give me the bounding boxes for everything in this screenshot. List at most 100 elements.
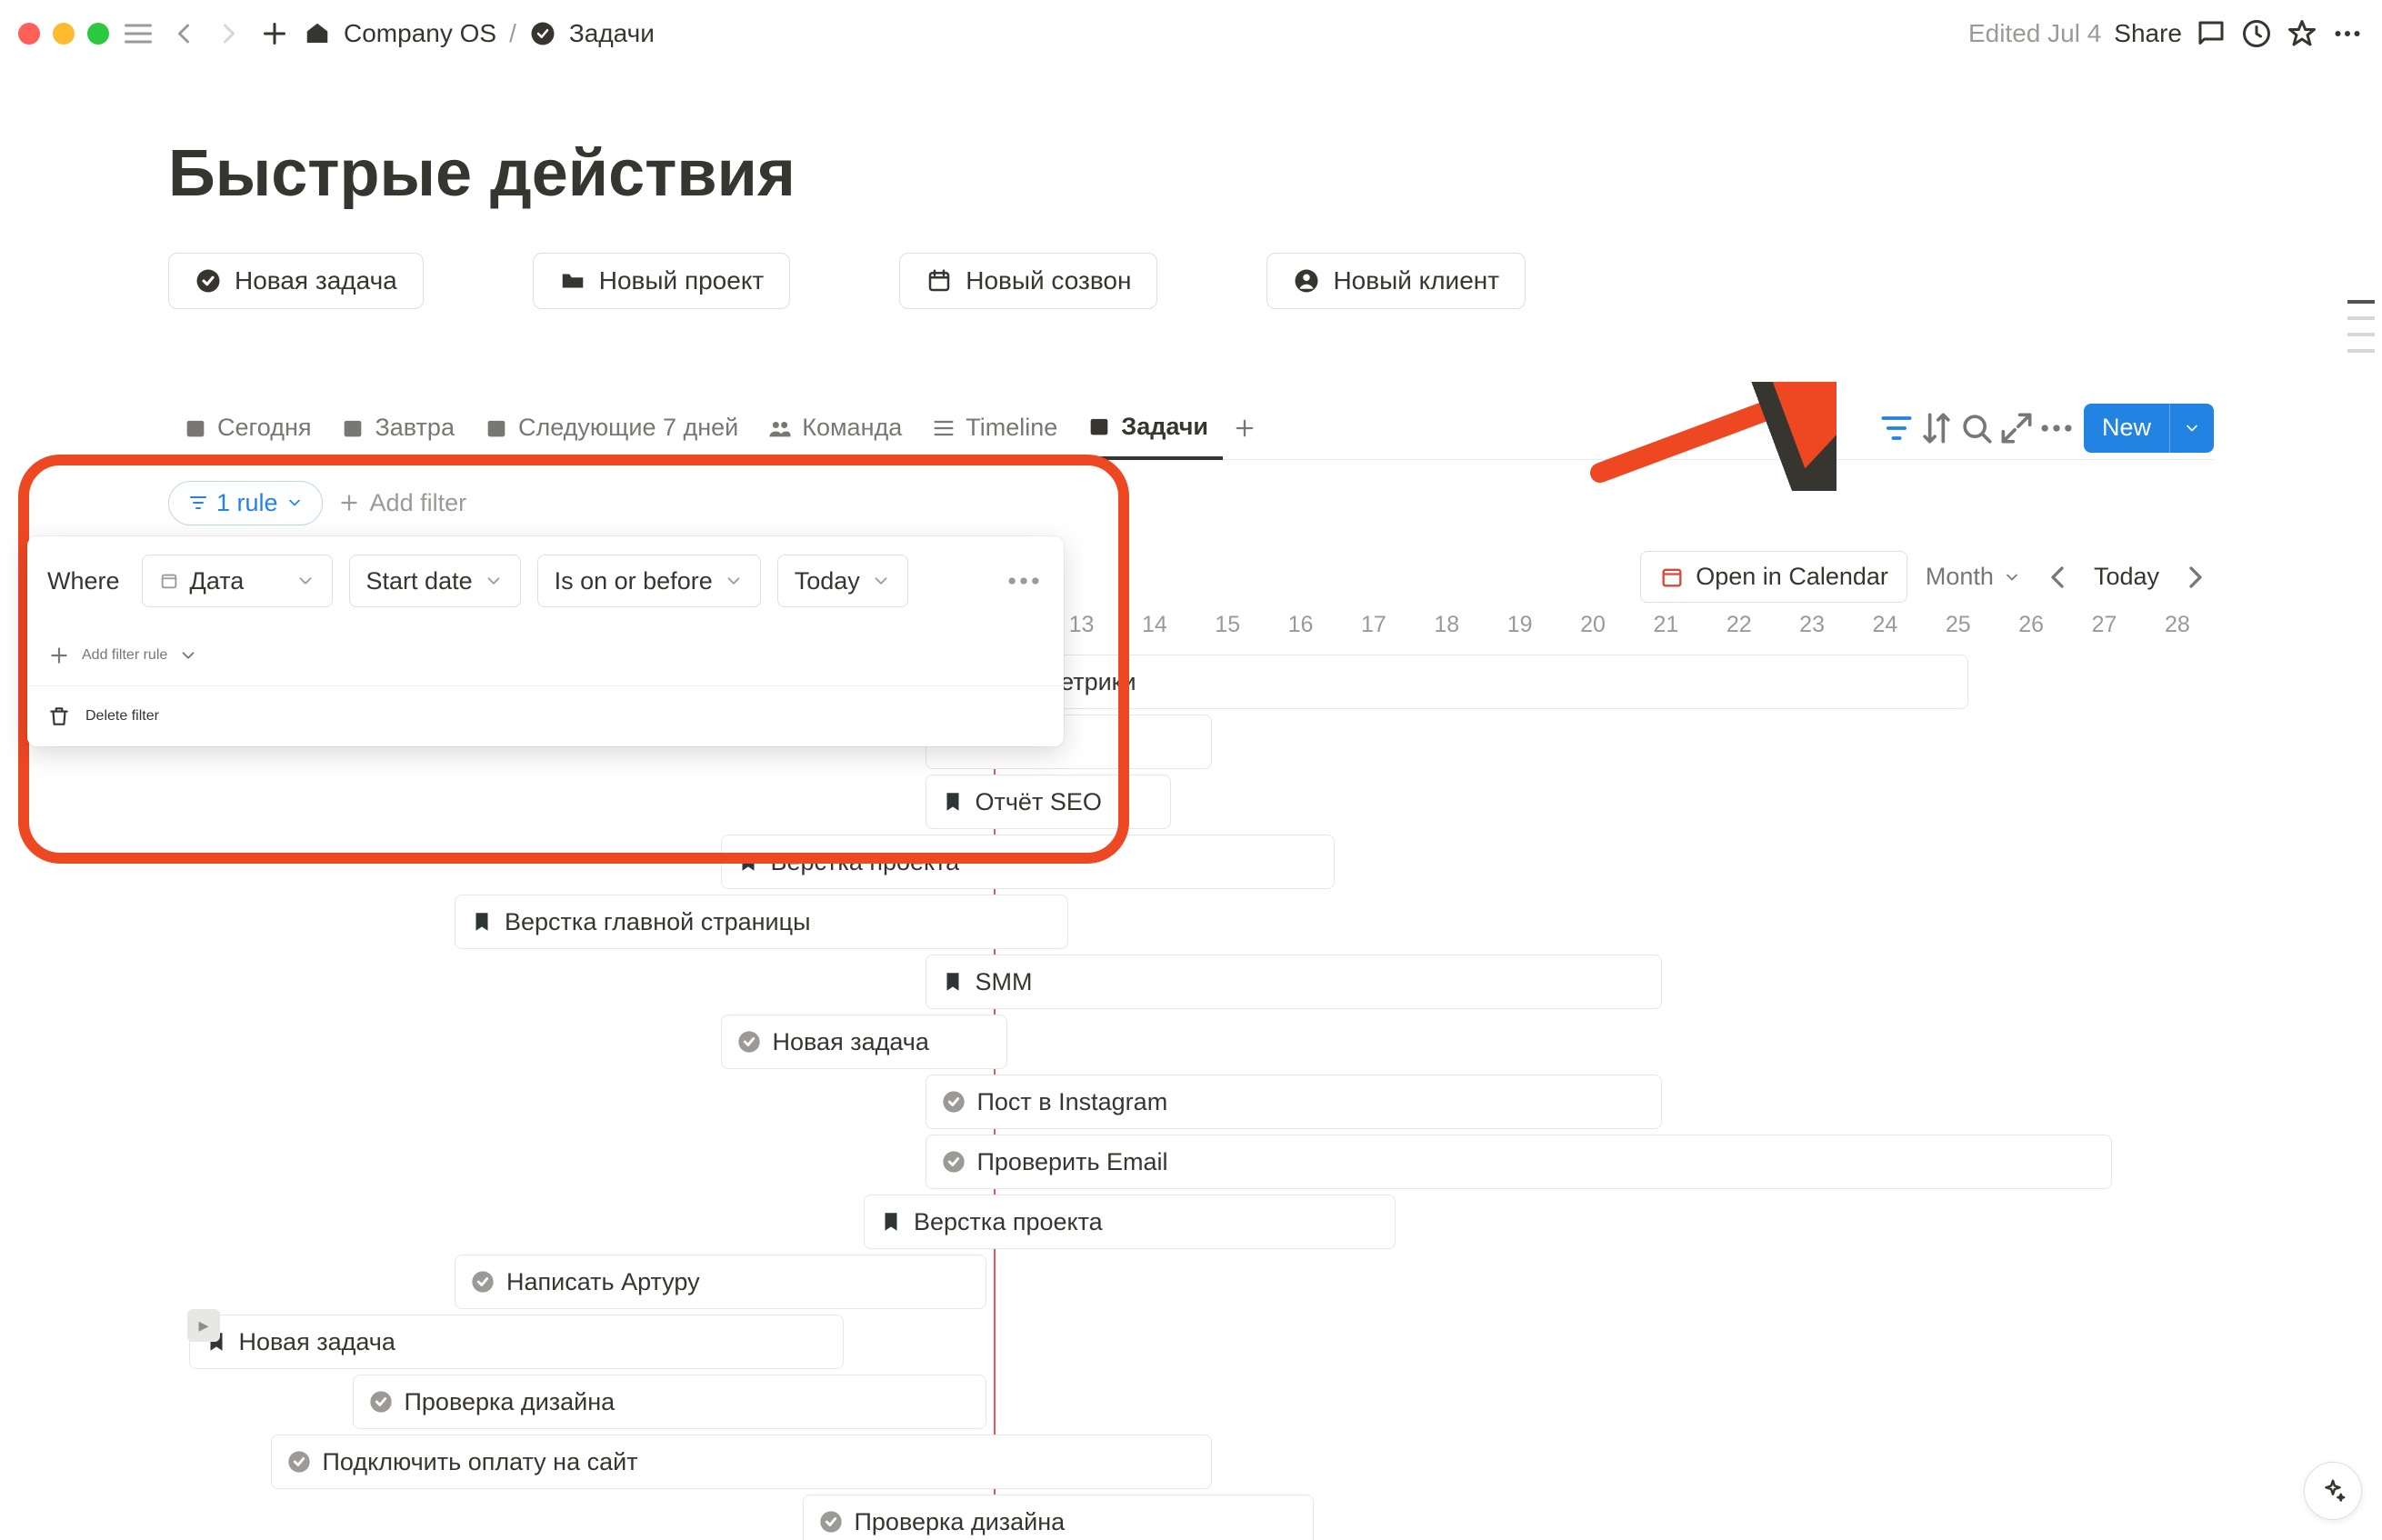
day-label: 15 [1191, 612, 1264, 638]
timeline-today-button[interactable]: Today [2094, 563, 2159, 591]
new-project-button[interactable]: Новый проект [533, 253, 790, 309]
day-label: 22 [1703, 612, 1776, 638]
filter-icon [187, 492, 209, 514]
breadcrumb-page[interactable]: Задачи [569, 19, 655, 48]
breadcrumb-workspace[interactable]: Company OS [344, 19, 496, 48]
comments-icon[interactable] [2195, 17, 2227, 50]
bookmark-icon [470, 910, 494, 934]
close-window-icon[interactable] [18, 23, 40, 45]
tab-next7[interactable]: Следующие 7 дней [469, 396, 753, 460]
check-circle-icon [470, 1269, 495, 1295]
new-call-label: Новый созвон [966, 266, 1131, 295]
new-client-button[interactable]: Новый клиент [1266, 253, 1526, 309]
filter-icon[interactable] [1877, 408, 1917, 448]
timeline-bar[interactable]: Проверка дизайна [353, 1375, 987, 1429]
filter-field-select[interactable]: Дата [142, 555, 333, 607]
filter-rule-row: Where Дата Start date Is on or before To… [27, 536, 1064, 625]
new-task-button[interactable]: Новая задача [168, 253, 424, 309]
tab-today[interactable]: Сегодня [168, 396, 325, 460]
timeline-bar[interactable]: Верстка проекта [864, 1195, 1396, 1249]
window-controls [18, 23, 109, 45]
timeline-bar[interactable]: Новая задача [721, 1015, 1007, 1069]
tab-tomorrow-label: Завтра [375, 414, 454, 442]
people-icon [767, 415, 793, 441]
filter-operator-select[interactable]: Is on or before [537, 555, 761, 607]
expand-icon[interactable] [1997, 408, 2037, 448]
edited-label: Edited Jul 4 [1968, 19, 2101, 48]
forward-icon[interactable] [213, 17, 245, 50]
add-filter-rule-label: Add filter rule [82, 647, 167, 664]
tab-team[interactable]: Команда [753, 396, 916, 460]
tab-tasks[interactable]: Задачи [1072, 396, 1223, 460]
day-label: 20 [1556, 612, 1629, 638]
timeline-bar[interactable]: Новая задача [189, 1315, 844, 1369]
add-filter-rule-button[interactable]: Add filter rule [27, 625, 1064, 686]
favorite-icon[interactable] [2286, 17, 2318, 50]
page-minimap[interactable] [2347, 300, 2375, 353]
expand-handle-icon[interactable]: ▸ [187, 1309, 220, 1342]
timeline-bar[interactable]: SMM [926, 955, 1662, 1009]
timeline-next-button[interactable] [2177, 559, 2214, 595]
plus-icon [337, 491, 361, 515]
timeline-bar[interactable]: Верстка проекта [721, 835, 1335, 889]
app-chrome: Company OS / Задачи Edited Jul 4 Share [0, 0, 2382, 67]
view-more-icon[interactable] [2037, 408, 2077, 448]
filter-value-select[interactable]: Today [777, 555, 908, 607]
tab-team-label: Команда [802, 414, 902, 442]
filter-rule-count: 1 rule [216, 489, 278, 517]
sidebar-toggle-icon[interactable] [122, 17, 155, 50]
bar-label: Верстка проекта [771, 848, 960, 876]
day-label: 21 [1629, 612, 1702, 638]
delete-filter-button[interactable]: Delete filter [27, 686, 1064, 746]
timeline-bar[interactable]: Верстка главной страницы [455, 895, 1068, 949]
chevron-down-icon [484, 571, 504, 591]
timeline-prev-button[interactable] [2039, 559, 2076, 595]
filter-operator-label: Is on or before [555, 567, 713, 595]
add-filter-button[interactable]: Add filter [337, 489, 467, 517]
filter-subfield-select[interactable]: Start date [349, 555, 521, 607]
sort-icon[interactable] [1917, 408, 1957, 448]
add-view-button[interactable] [1223, 396, 1266, 460]
check-circle-icon [941, 1149, 966, 1175]
timeline-bar[interactable]: Отчёт SEO [926, 775, 1171, 829]
tab-timeline[interactable]: Timeline [916, 396, 1072, 460]
updates-icon[interactable] [2240, 17, 2273, 50]
new-tab-icon[interactable] [258, 17, 291, 50]
timeline-bar[interactable]: Написать Артуру [455, 1255, 986, 1309]
person-icon [1293, 267, 1320, 295]
open-in-calendar-button[interactable]: Open in Calendar [1640, 551, 1907, 603]
share-button[interactable]: Share [2114, 19, 2182, 48]
check-circle-icon [941, 1089, 966, 1115]
chevron-down-icon [285, 494, 304, 512]
filter-rule-more-icon[interactable] [1004, 561, 1044, 601]
bar-label: Пост в Instagram [977, 1088, 1168, 1116]
timeline-scale-select[interactable]: Month [1926, 563, 2021, 591]
view-tabs: Сегодня Завтра Следующие 7 дней Команда … [168, 396, 2214, 460]
day-label: 24 [1848, 612, 1921, 638]
bar-label: Верстка главной страницы [505, 908, 810, 936]
timeline-bar[interactable]: Пост в Instagram [926, 1075, 1662, 1129]
timeline-bar[interactable]: Проверка дизайна [803, 1495, 1315, 1540]
bar-label: Отчёт SEO [976, 788, 1102, 816]
new-task-label: Новая задача [235, 266, 397, 295]
ai-fab-button[interactable] [2304, 1462, 2362, 1520]
day-label: 25 [1922, 612, 1995, 638]
new-call-button[interactable]: Новый созвон [899, 253, 1157, 309]
timeline-bar[interactable]: Проверить Email [926, 1135, 2112, 1189]
new-button-dropdown[interactable] [2169, 404, 2214, 453]
back-icon[interactable] [167, 17, 200, 50]
maximize-window-icon[interactable] [87, 23, 109, 45]
day-label: 18 [1410, 612, 1483, 638]
search-icon[interactable] [1957, 408, 1997, 448]
timeline-today-label: Today [2094, 563, 2159, 591]
add-filter-label: Add filter [370, 489, 467, 517]
tab-tomorrow[interactable]: Завтра [325, 396, 468, 460]
open-in-calendar-label: Open in Calendar [1696, 563, 1888, 591]
new-button[interactable]: New [2084, 404, 2214, 453]
filter-rule-chip[interactable]: 1 rule [168, 481, 323, 525]
filter-popup: Where Дата Start date Is on or before To… [27, 536, 1064, 746]
timeline-bar[interactable]: Подключить оплату на сайт [271, 1435, 1212, 1489]
calendar-icon [183, 415, 208, 441]
minimize-window-icon[interactable] [53, 23, 75, 45]
more-icon[interactable] [2331, 17, 2364, 50]
